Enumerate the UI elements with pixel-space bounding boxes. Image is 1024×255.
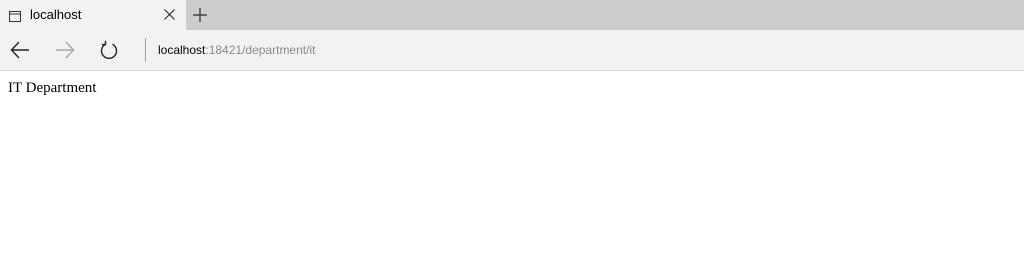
page-heading-text: IT Department — [8, 80, 97, 96]
plus-icon[interactable] — [192, 7, 208, 23]
refresh-icon[interactable] — [99, 40, 119, 60]
tab-title: localhost — [30, 7, 82, 22]
page-content: IT Department — [0, 71, 1024, 255]
close-icon[interactable] — [163, 8, 176, 21]
url-host: localhost — [158, 43, 206, 57]
arrow-right-icon[interactable] — [55, 40, 75, 60]
address-bar[interactable]: localhost:18421/department/it — [146, 35, 1016, 65]
browser-window: localhost localhost:18421/department/it … — [0, 0, 1024, 255]
address-url: localhost:18421/department/it — [158, 43, 315, 57]
page-icon — [9, 9, 21, 22]
url-path: :18421/department/it — [205, 43, 316, 57]
tab-localhost[interactable]: localhost — [0, 0, 186, 30]
arrow-left-icon[interactable] — [10, 40, 30, 60]
tab-strip: localhost — [0, 0, 1024, 30]
toolbar: localhost:18421/department/it — [0, 30, 1024, 71]
